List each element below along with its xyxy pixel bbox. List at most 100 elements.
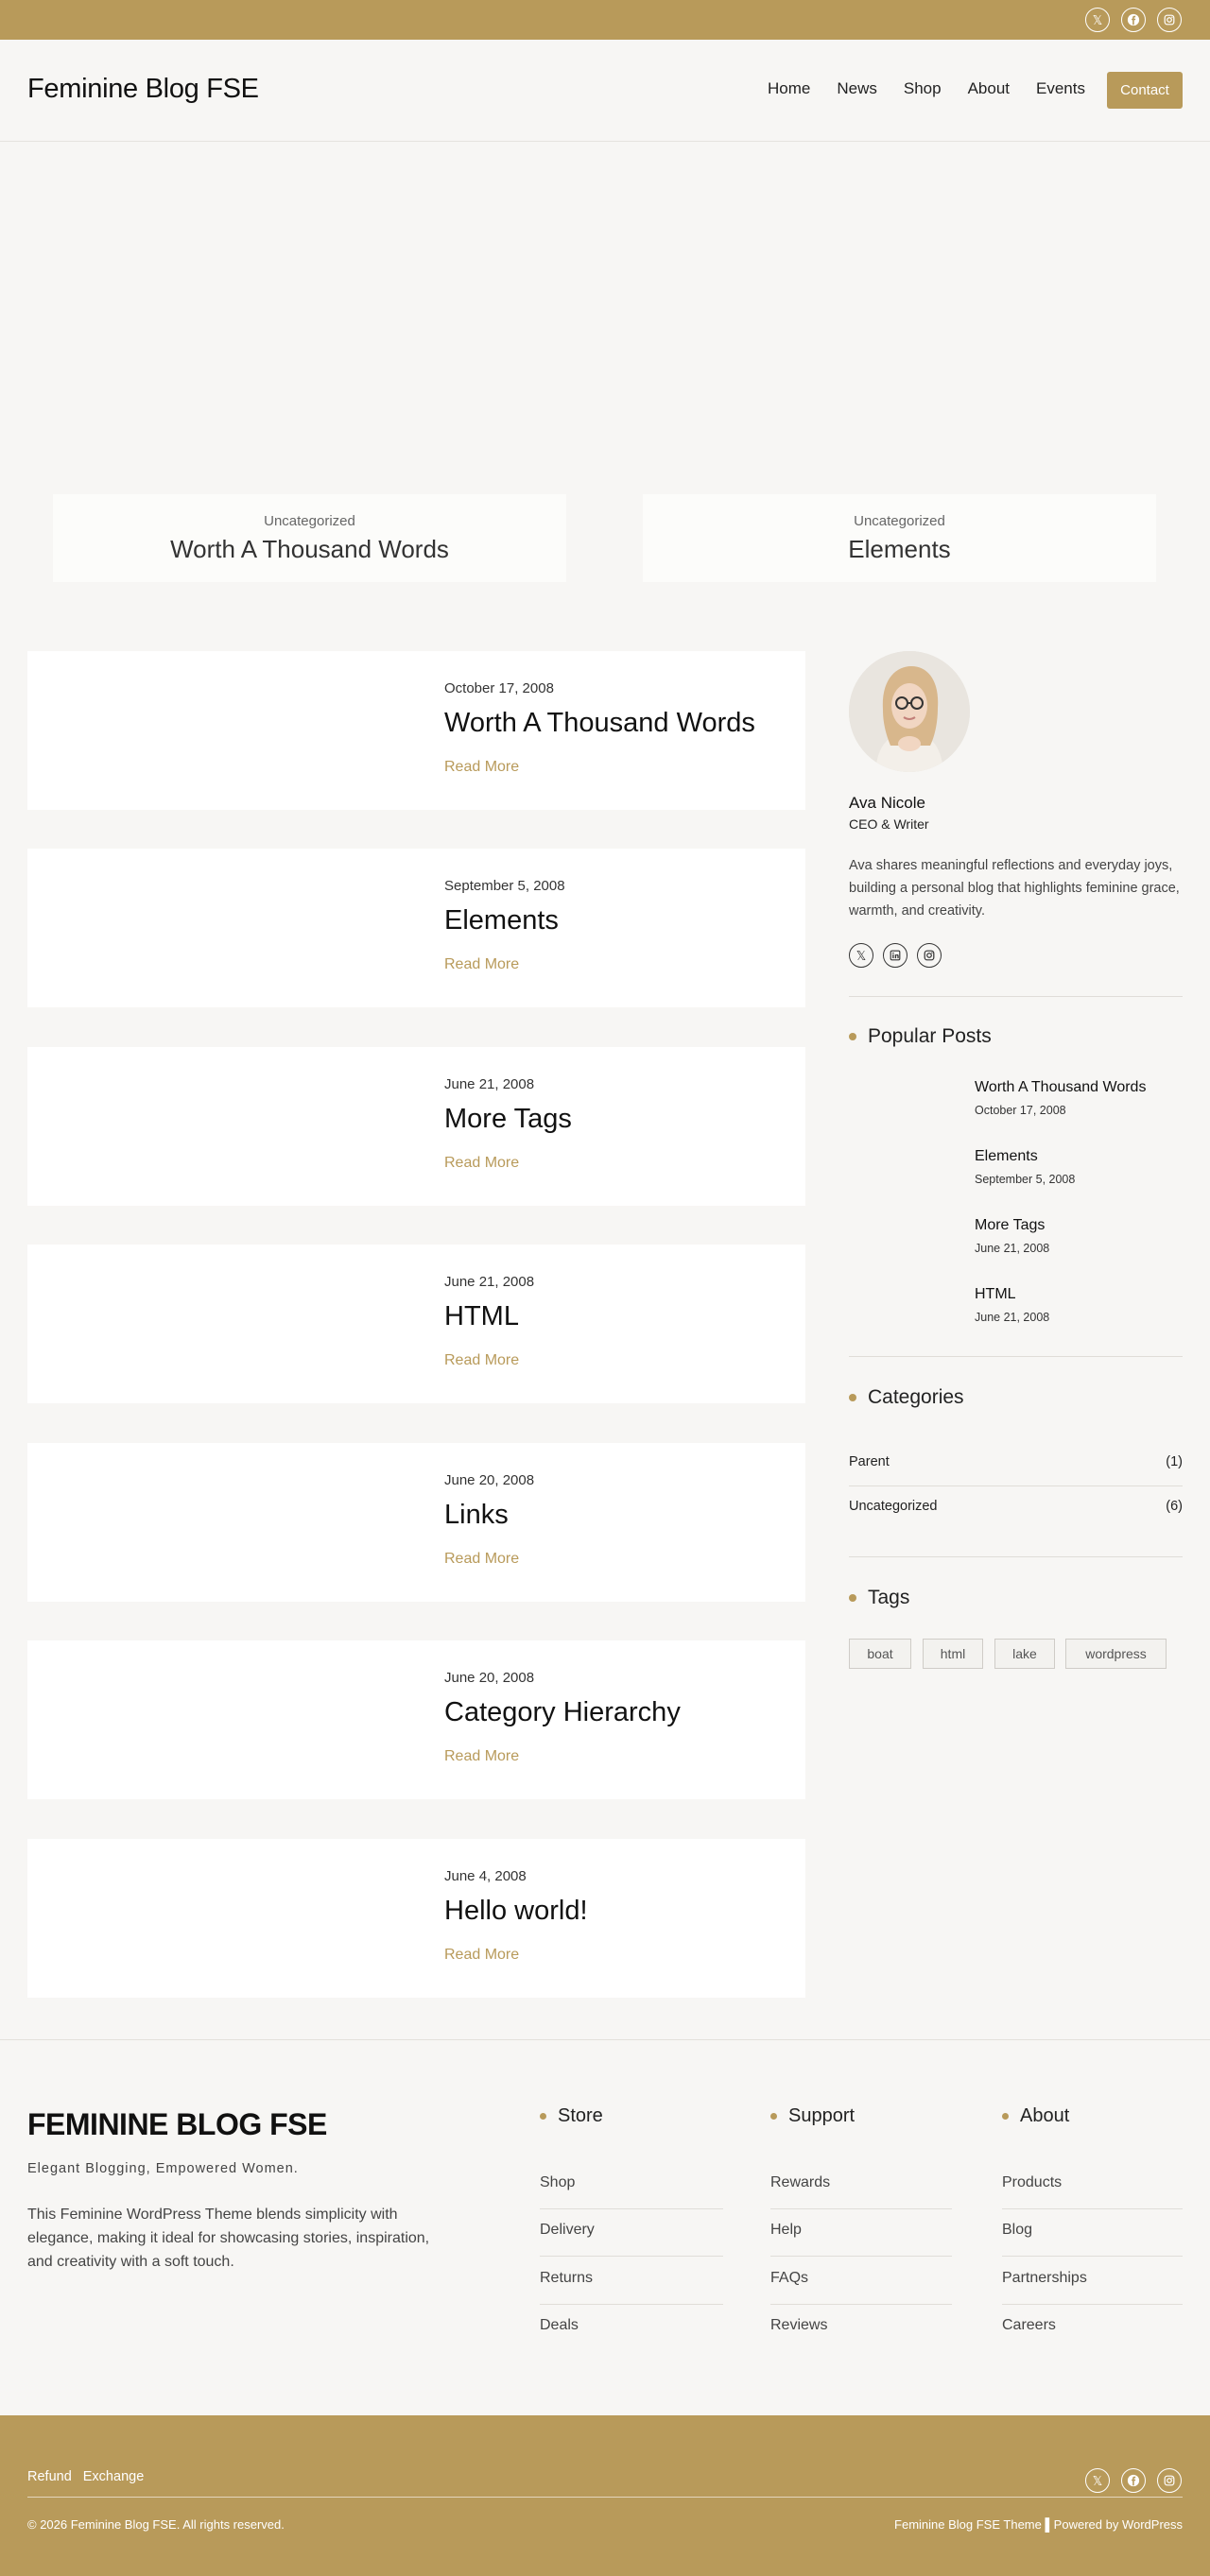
popular-post-title[interactable]: Worth A Thousand Words <box>975 1079 1146 1096</box>
contact-button[interactable]: Contact <box>1107 72 1183 109</box>
post-title[interactable]: Hello world! <box>444 1896 588 1927</box>
author-role: CEO & Writer <box>849 816 929 832</box>
popular-posts-heading: Popular Posts <box>849 1025 992 1048</box>
footer-link-help[interactable]: Help <box>770 2222 802 2239</box>
post-title[interactable]: More Tags <box>444 1104 572 1135</box>
footer-column-title: About <box>1002 2105 1069 2127</box>
featured-card[interactable]: Uncategorized Worth A Thousand Words <box>53 494 566 582</box>
popular-post-date: October 17, 2008 <box>975 1104 1066 1117</box>
post-title[interactable]: Worth A Thousand Words <box>444 708 755 739</box>
facebook-icon[interactable] <box>1121 2468 1146 2493</box>
popular-post-date: June 21, 2008 <box>975 1242 1050 1255</box>
footer-link-blog[interactable]: Blog <box>1002 2222 1032 2239</box>
category-item[interactable]: Parent (1) <box>849 1454 1183 1469</box>
read-more-link[interactable]: Read More <box>444 1748 519 1765</box>
x-icon[interactable]: 𝕏 <box>1085 8 1110 32</box>
post-card: September 5, 2008 Elements Read More <box>27 849 805 1007</box>
nav-about[interactable]: About <box>968 79 1010 98</box>
popular-post-item[interactable]: More Tags June 21, 2008 <box>975 1217 1049 1255</box>
tag-pill[interactable]: boat <box>849 1639 911 1669</box>
nav-news[interactable]: News <box>837 79 877 98</box>
category-divider <box>849 1485 1183 1486</box>
footer-link-divider <box>770 2304 952 2305</box>
footer-link-divider <box>770 2256 952 2257</box>
read-more-link[interactable]: Read More <box>444 759 519 776</box>
featured-title[interactable]: Elements <box>848 535 950 564</box>
featured-category[interactable]: Uncategorized <box>854 513 945 529</box>
post-card: June 21, 2008 More Tags Read More <box>27 1047 805 1206</box>
category-item[interactable]: Uncategorized (6) <box>849 1499 1183 1514</box>
category-name[interactable]: Uncategorized <box>849 1499 938 1514</box>
post-title[interactable]: Links <box>444 1500 509 1531</box>
bottom-bar: Refund Exchange 𝕏 © 2026 Feminine Blog F… <box>0 2415 1210 2576</box>
footer-support-title: Support <box>788 2105 856 2126</box>
bullet-dot <box>770 2113 777 2120</box>
instagram-icon[interactable] <box>917 943 942 968</box>
footer-link-returns[interactable]: Returns <box>540 2270 593 2287</box>
site-header: Feminine Blog FSE Home News Shop About E… <box>0 40 1210 142</box>
site-title[interactable]: Feminine Blog FSE <box>27 74 259 105</box>
sidebar-divider <box>849 1356 1183 1357</box>
footer-link-shop[interactable]: Shop <box>540 2174 575 2191</box>
footer-link-products[interactable]: Products <box>1002 2174 1062 2191</box>
read-more-link[interactable]: Read More <box>444 1947 519 1964</box>
read-more-link[interactable]: Read More <box>444 1352 519 1369</box>
tag-pill[interactable]: wordpress <box>1065 1639 1167 1669</box>
top-bar: 𝕏 <box>0 0 1210 40</box>
nav-home[interactable]: Home <box>768 79 810 98</box>
tag-pill[interactable]: lake <box>994 1639 1055 1669</box>
popular-post-title[interactable]: More Tags <box>975 1217 1049 1234</box>
featured-title[interactable]: Worth A Thousand Words <box>170 535 449 564</box>
post-date: October 17, 2008 <box>444 680 554 696</box>
category-count: (1) <box>1166 1454 1183 1469</box>
tag-pill[interactable]: html <box>923 1639 983 1669</box>
refund-link[interactable]: Refund <box>27 2469 72 2484</box>
bullet-dot <box>849 1033 856 1040</box>
featured-category[interactable]: Uncategorized <box>264 513 355 529</box>
post-title[interactable]: Category Hierarchy <box>444 1697 681 1728</box>
x-icon[interactable]: 𝕏 <box>849 943 873 968</box>
theme-credit[interactable]: Feminine Blog FSE Theme ▌Powered by Word… <box>894 2517 1183 2532</box>
bottom-links: Refund Exchange <box>27 2469 144 2484</box>
popular-post-title[interactable]: Elements <box>975 1148 1075 1165</box>
post-card: June 20, 2008 Category Hierarchy Read Mo… <box>27 1640 805 1799</box>
read-more-link[interactable]: Read More <box>444 956 519 973</box>
post-date: June 20, 2008 <box>444 1670 535 1686</box>
sidebar-divider <box>849 996 1183 997</box>
exchange-link[interactable]: Exchange <box>83 2469 145 2484</box>
read-more-link[interactable]: Read More <box>444 1551 519 1568</box>
copyright-text: © 2026 Feminine Blog FSE. All rights res… <box>27 2517 285 2532</box>
footer-link-delivery[interactable]: Delivery <box>540 2222 595 2239</box>
popular-post-item[interactable]: HTML June 21, 2008 <box>975 1286 1049 1324</box>
footer-link-careers[interactable]: Careers <box>1002 2317 1056 2334</box>
footer-link-partnerships[interactable]: Partnerships <box>1002 2270 1087 2287</box>
popular-posts-title: Popular Posts <box>868 1025 992 1047</box>
post-title[interactable]: Elements <box>444 905 559 936</box>
sidebar-divider <box>849 1556 1183 1557</box>
popular-post-item[interactable]: Elements September 5, 2008 <box>975 1148 1075 1186</box>
instagram-icon[interactable] <box>1157 2468 1182 2493</box>
footer-link-divider <box>540 2208 723 2209</box>
nav-events[interactable]: Events <box>1036 79 1085 98</box>
bullet-dot <box>1002 2113 1009 2120</box>
popular-post-item[interactable]: Worth A Thousand Words October 17, 2008 <box>975 1079 1146 1117</box>
footer-link-reviews[interactable]: Reviews <box>770 2317 827 2334</box>
nav-shop[interactable]: Shop <box>904 79 942 98</box>
footer-link-rewards[interactable]: Rewards <box>770 2174 830 2191</box>
read-more-link[interactable]: Read More <box>444 1155 519 1172</box>
top-social-links: 𝕏 <box>1085 8 1182 32</box>
footer-link-faqs[interactable]: FAQs <box>770 2270 808 2287</box>
post-title[interactable]: HTML <box>444 1301 519 1332</box>
footer-link-divider <box>1002 2304 1183 2305</box>
bottom-divider <box>27 2497 1183 2498</box>
post-date: June 20, 2008 <box>444 1472 535 1488</box>
popular-post-title[interactable]: HTML <box>975 1286 1049 1303</box>
instagram-icon[interactable] <box>1157 8 1182 32</box>
category-name[interactable]: Parent <box>849 1454 890 1469</box>
featured-card[interactable]: Uncategorized Elements <box>643 494 1156 582</box>
facebook-icon[interactable] <box>1121 8 1146 32</box>
x-icon[interactable]: 𝕏 <box>1085 2468 1110 2493</box>
linkedin-icon[interactable] <box>883 943 908 968</box>
footer-link-deals[interactable]: Deals <box>540 2317 579 2334</box>
post-date: June 21, 2008 <box>444 1076 535 1092</box>
